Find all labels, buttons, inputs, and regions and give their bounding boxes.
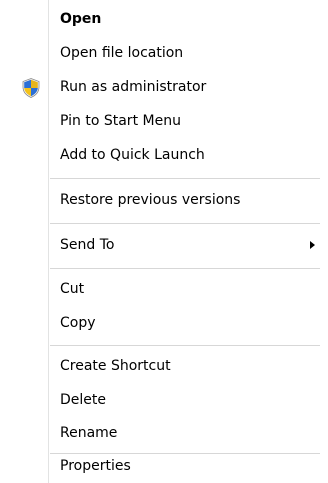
- menu-separator: [50, 178, 320, 180]
- menu-item-label: Create Shortcut: [60, 358, 171, 374]
- uac-shield-icon: [22, 78, 40, 98]
- menu-item-pin-to-start-menu[interactable]: Pin to Start Menu: [0, 104, 328, 138]
- menu-item-create-shortcut[interactable]: Create Shortcut: [0, 349, 328, 383]
- menu-item-restore-previous-versions[interactable]: Restore previous versions: [0, 183, 328, 217]
- menu-item-add-to-quick-launch[interactable]: Add to Quick Launch: [0, 138, 328, 172]
- menu-item-label: Open file location: [60, 45, 184, 61]
- menu-item-delete[interactable]: Delete: [0, 383, 328, 417]
- menu-item-label: Send To: [60, 237, 115, 253]
- menu-item-open[interactable]: Open: [0, 2, 328, 36]
- menu-item-run-as-administrator[interactable]: Run as administrator: [0, 70, 328, 104]
- menu-item-label: Add to Quick Launch: [60, 147, 205, 163]
- menu-item-cut[interactable]: Cut: [0, 272, 328, 306]
- menu-separator: [50, 223, 320, 225]
- menu-item-properties[interactable]: Properties: [0, 449, 328, 483]
- menu-item-label: Copy: [60, 315, 96, 331]
- menu-item-open-file-location[interactable]: Open file location: [0, 36, 328, 70]
- menu-item-copy[interactable]: Copy: [0, 306, 328, 340]
- menu-item-label: Rename: [60, 425, 118, 441]
- menu-item-label: Open: [60, 11, 102, 27]
- menu-item-label: Properties: [60, 458, 131, 474]
- menu-item-rename[interactable]: Rename: [0, 416, 328, 450]
- menu-separator: [50, 268, 320, 270]
- submenu-arrow-icon: [310, 241, 315, 249]
- menu-item-label: Pin to Start Menu: [60, 113, 181, 129]
- menu-item-label: Run as administrator: [60, 79, 207, 95]
- context-menu: Open Open file location Run as administr…: [0, 0, 328, 483]
- menu-separator: [50, 345, 320, 347]
- menu-item-label: Restore previous versions: [60, 192, 241, 208]
- menu-item-label: Cut: [60, 281, 85, 297]
- menu-item-send-to[interactable]: Send To: [0, 228, 328, 262]
- menu-item-label: Delete: [60, 392, 106, 408]
